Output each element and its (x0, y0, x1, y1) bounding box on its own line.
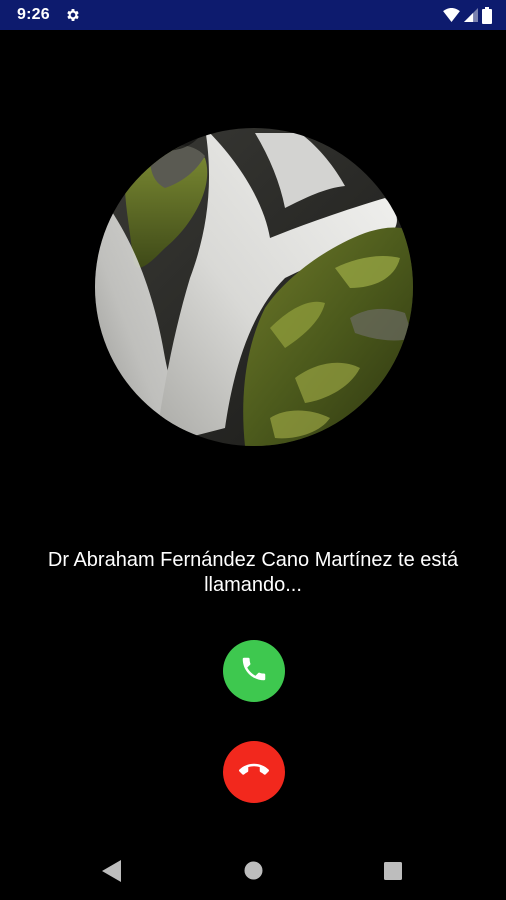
decline-call-button[interactable] (223, 741, 285, 803)
back-icon[interactable] (102, 860, 122, 887)
settings-gear-icon (65, 7, 81, 23)
phone-hangup-icon (239, 755, 269, 790)
phone-icon (239, 654, 269, 689)
caller-message: Dr Abraham Fernández Cano Martínez te es… (47, 549, 459, 596)
home-icon[interactable] (244, 861, 263, 885)
status-time: 9:26 (17, 6, 50, 23)
navigation-bar (0, 840, 506, 900)
recents-icon[interactable] (384, 862, 402, 885)
incoming-call-screen: 9:26 Dr Abraham Fernández Cano Martínez … (0, 0, 506, 900)
wifi-icon (443, 8, 460, 22)
waterfall-photo (95, 128, 413, 446)
signal-icon (464, 8, 478, 22)
caller-avatar (95, 128, 413, 446)
answer-call-button[interactable] (223, 640, 285, 702)
battery-icon (482, 6, 492, 24)
status-bar: 9:26 (0, 0, 506, 30)
